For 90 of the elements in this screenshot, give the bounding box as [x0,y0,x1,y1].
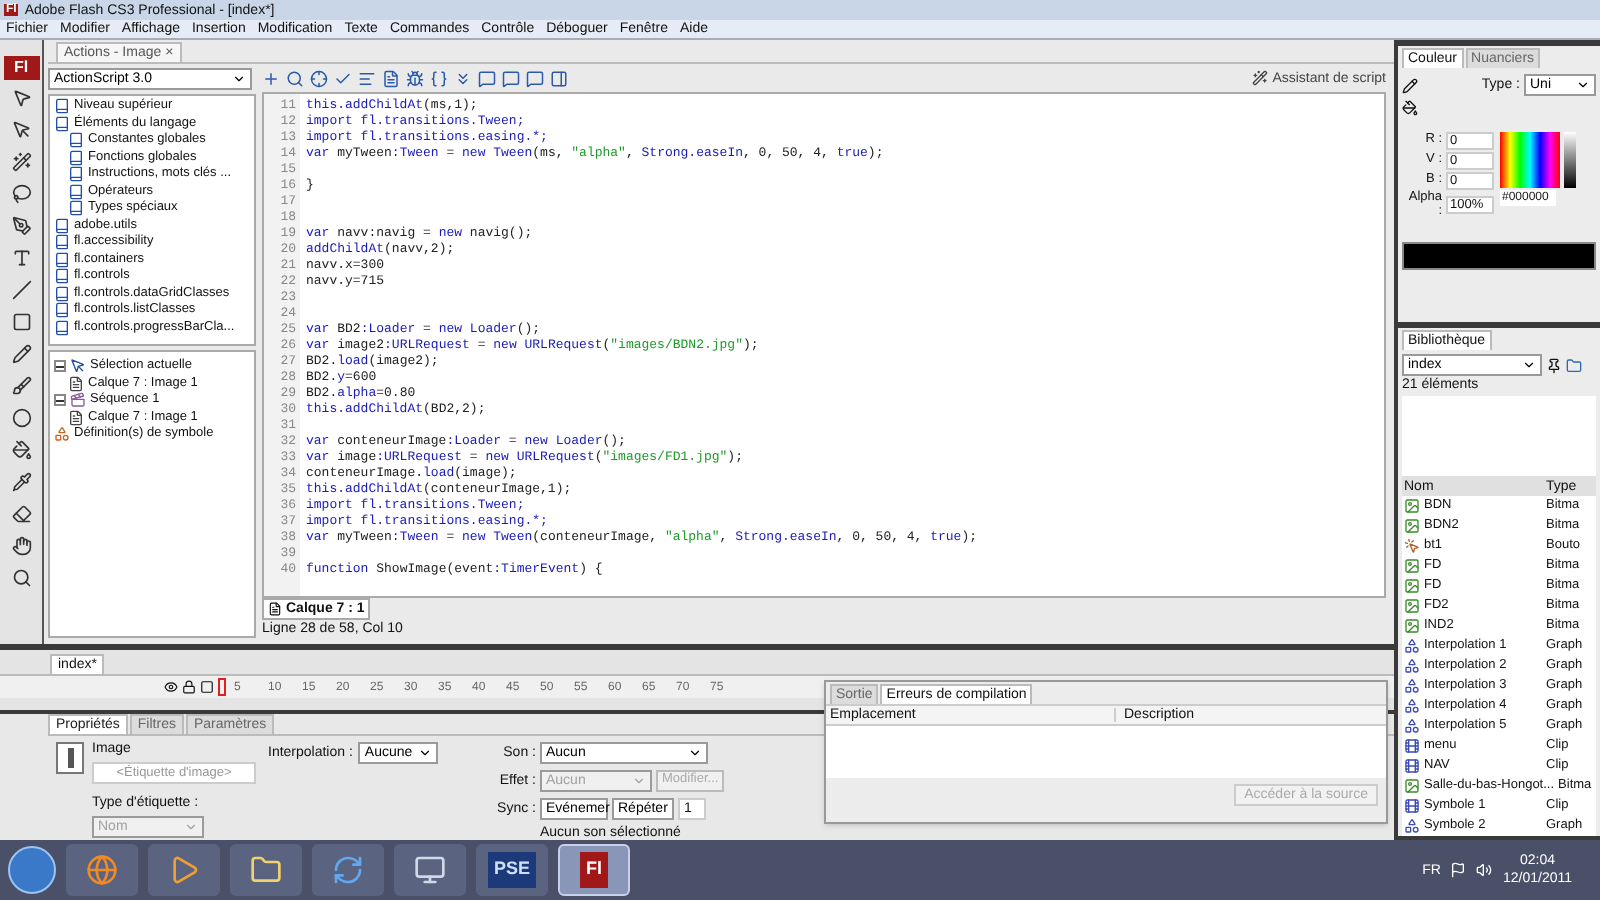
pencil-icon[interactable] [1402,77,1418,93]
text-icon[interactable] [11,248,31,268]
taskbar-app[interactable]: Fl [558,844,630,896]
check-icon[interactable] [334,69,352,87]
app-logo: PSE [487,852,536,888]
image-icon [1404,618,1420,634]
image-icon [1404,778,1420,794]
bucket-icon[interactable] [11,440,31,460]
pointer-icon [70,358,86,375]
lasso-icon[interactable] [11,184,31,204]
shapes-icon [1404,658,1420,674]
image-icon [1404,558,1420,574]
caret-icon [232,72,246,86]
eye-icon[interactable] [164,680,178,695]
caret-icon [1576,78,1590,92]
shapes-icon [1404,678,1420,694]
arrow-icon[interactable] [11,88,31,108]
bucket-icon[interactable] [1402,100,1418,116]
film-icon [1404,758,1420,774]
panel-icon[interactable] [550,69,568,87]
start-button[interactable] [8,846,56,894]
brush-icon[interactable] [11,376,31,396]
clapperboard-icon [70,392,86,409]
collapse-toggle[interactable] [54,394,66,407]
pointer-icon [1404,538,1420,554]
color-spectrum[interactable] [1500,132,1560,188]
caret-icon [688,746,702,760]
crosshair-icon[interactable] [310,69,328,87]
brightness-gradient [1564,132,1576,188]
pen-icon[interactable] [11,216,31,236]
pipette-icon[interactable] [11,472,31,492]
image-icon [1404,598,1420,614]
pointer-icon[interactable] [11,120,31,140]
wand-icon[interactable] [11,152,31,172]
caret-icon [1522,358,1536,372]
globe-icon [86,854,118,886]
bug-icon[interactable] [406,69,424,87]
hand-icon[interactable] [11,536,31,556]
page-icon [68,409,84,426]
taskbar-app[interactable]: PSE [476,844,548,896]
add-icon[interactable] [262,69,280,87]
collapse-toggle[interactable] [54,360,66,373]
refresh-icon [332,854,364,886]
eraser-icon[interactable] [11,504,31,524]
image-icon [1404,578,1420,594]
shapes-icon [1404,718,1420,734]
wand-icon [1252,70,1269,86]
shapes-icon [1404,698,1420,714]
comment-icon[interactable] [502,69,520,87]
image-icon [1404,498,1420,514]
playhead[interactable] [218,678,226,697]
chevrons-icon[interactable] [454,69,472,87]
speaker-icon[interactable] [1476,862,1493,878]
play-icon [168,854,200,886]
page-icon[interactable] [382,69,400,87]
comment-icon[interactable] [478,69,496,87]
square-icon[interactable] [11,312,31,332]
shapes-icon [54,426,70,443]
code-editor[interactable] [262,92,1386,599]
page-icon [268,602,282,617]
flag-icon[interactable] [1450,862,1467,878]
pin-icon[interactable] [1546,357,1562,373]
monitor-icon [414,854,446,886]
square-icon[interactable] [200,680,214,695]
line-icon[interactable] [11,280,31,300]
caret-icon [632,774,646,788]
circle-icon[interactable] [11,408,31,428]
folder-icon[interactable] [1566,357,1582,373]
app-logo: Fl [580,852,608,888]
search-icon[interactable] [11,568,31,588]
search-icon[interactable] [286,69,304,87]
taskbar-app[interactable] [230,844,302,896]
caret-icon [184,820,198,834]
braces-icon[interactable] [430,69,448,87]
app-logo: Fl [3,56,39,80]
taskbar-app[interactable] [148,844,220,896]
lock-icon[interactable] [182,680,196,695]
film-icon [1404,738,1420,754]
pencil-icon[interactable] [11,344,31,364]
image-icon [1404,518,1420,534]
caret-icon [418,746,433,760]
page-icon [68,375,84,392]
folder-icon [250,854,282,886]
shapes-icon [1404,818,1420,834]
align-icon[interactable] [358,69,376,87]
frame-icon [56,742,84,774]
shapes-icon [1404,638,1420,654]
taskbar-app[interactable] [394,844,466,896]
comment-icon[interactable] [526,69,544,87]
film-icon [1404,798,1420,814]
